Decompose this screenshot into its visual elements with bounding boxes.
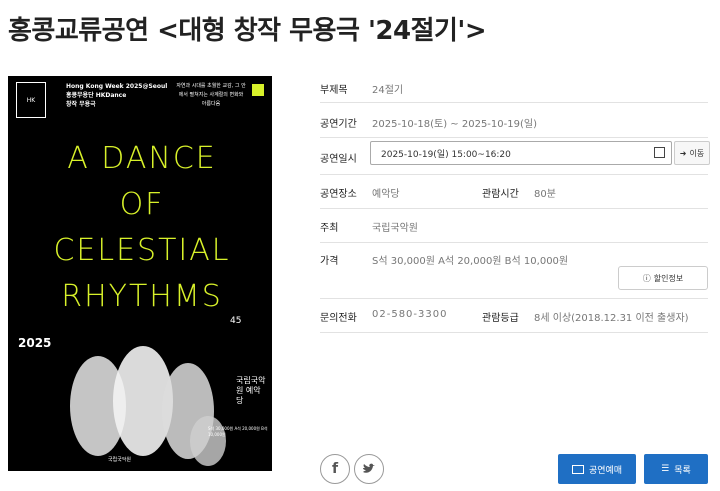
poster-anniversary-badge: 45: [230, 316, 242, 326]
contact-label: 문의전화: [320, 313, 357, 324]
poster-venue: 국립국악원 예악당: [236, 376, 266, 405]
list-icon: ☰: [661, 464, 670, 474]
poster-line-1: A DANCE: [67, 141, 217, 176]
poster-logo: HK: [16, 82, 46, 118]
subtitle-label: 부제목: [320, 85, 348, 96]
contact-value: 02-580-3300: [372, 309, 448, 320]
datetime-row: 공연일시 2025-10-19(일) 15:00~16:20 ➜ 이동: [320, 137, 710, 175]
list-button-label: 목록: [674, 465, 691, 476]
subtitle-value: 24절기: [372, 85, 404, 96]
dancers-illustration: [70, 346, 226, 466]
reserve-button-label: 공연예매: [588, 465, 623, 476]
subtitle-row: 부제목 24절기: [320, 72, 708, 103]
poster-header-text: Hong Kong Week 2025@Seoul: [66, 83, 168, 90]
discount-info-button[interactable]: ⓘ 할인정보: [618, 266, 708, 290]
poster-year: 2025: [18, 336, 52, 350]
facebook-icon: f: [331, 461, 339, 477]
runtime-value: 80분: [534, 189, 556, 200]
move-button-label: 이동: [689, 148, 705, 158]
calendar-icon: [654, 147, 665, 158]
arrow-right-icon: ➜: [679, 148, 687, 158]
ticket-icon: [571, 464, 584, 474]
event-poster: HK Hong Kong Week 2025@Seoul 홍콩무용단 HKDan…: [8, 76, 272, 471]
poster-line-3: CELESTIAL: [53, 233, 231, 268]
discount-info-label: 할인정보: [653, 273, 684, 283]
poster-prices: S석 30,000원 A석 20,000원 B석 10,000원: [208, 426, 268, 437]
place-row: 공연장소 예악당 관람시간 80분: [320, 174, 708, 209]
poster-header: Hong Kong Week 2025@Seoul 홍콩무용단 HKDance …: [66, 82, 167, 109]
rating-label: 관람등급: [482, 313, 519, 324]
page-title: 홍콩교류공연 <대형 창작 무용극 '24절기'>: [8, 16, 487, 46]
poster-corner-mark: [252, 84, 264, 96]
poster-footer-org: 국립국악원: [108, 457, 132, 463]
rating-value: 8세 이상(2018.12.31 이전 출생자): [534, 313, 689, 324]
datetime-select-value: 2025-10-19(일) 15:00~16:20: [381, 150, 511, 160]
datetime-label: 공연일시: [320, 154, 357, 165]
price-label: 가격: [320, 256, 339, 267]
price-row: 가격 S석 30,000원 A석 20,000원 B석 10,000원 ⓘ 할인…: [320, 242, 708, 299]
runtime-label: 관람시간: [482, 189, 519, 200]
datetime-select[interactable]: 2025-10-19(일) 15:00~16:20: [370, 141, 672, 165]
period-value: 2025-10-18(토) ~ 2025-10-19(일): [372, 119, 537, 130]
host-label: 주최: [320, 223, 339, 234]
facebook-share-button[interactable]: f: [320, 454, 350, 484]
reserve-button[interactable]: 공연예매: [558, 454, 636, 484]
host-row: 주최 국립국악원: [320, 208, 708, 243]
poster-line-4: RHYTHMS: [61, 279, 223, 314]
list-button[interactable]: ☰ 목록: [644, 454, 708, 484]
info-icon: ⓘ: [642, 273, 651, 283]
period-row: 공연기간 2025-10-18(토) ~ 2025-10-19(일): [320, 102, 708, 138]
twitter-icon: [363, 463, 375, 473]
contact-row: 문의전화 02-580-3300 관람등급 8세 이상(2018.12.31 이…: [320, 298, 708, 333]
poster-tagline: 자연과 시대를 초월한 교감, 그 안에서 펼쳐지는 사계절의 변화와 아름다움: [176, 83, 246, 107]
move-button[interactable]: ➜ 이동: [674, 141, 710, 165]
price-value: S석 30,000원 A석 20,000원 B석 10,000원: [372, 256, 569, 267]
poster-genre: 창작 무용극: [66, 101, 96, 108]
host-value: 국립국악원: [372, 223, 418, 234]
poster-big-title: A DANCE OF CELESTIAL RHYTHMS: [22, 136, 262, 320]
twitter-share-button[interactable]: [354, 454, 384, 484]
place-value: 예악당: [372, 189, 400, 200]
poster-line-2: OF: [119, 187, 165, 222]
period-label: 공연기간: [320, 119, 357, 130]
poster-org: 홍콩무용단 HKDance: [66, 92, 127, 99]
place-label: 공연장소: [320, 189, 357, 200]
